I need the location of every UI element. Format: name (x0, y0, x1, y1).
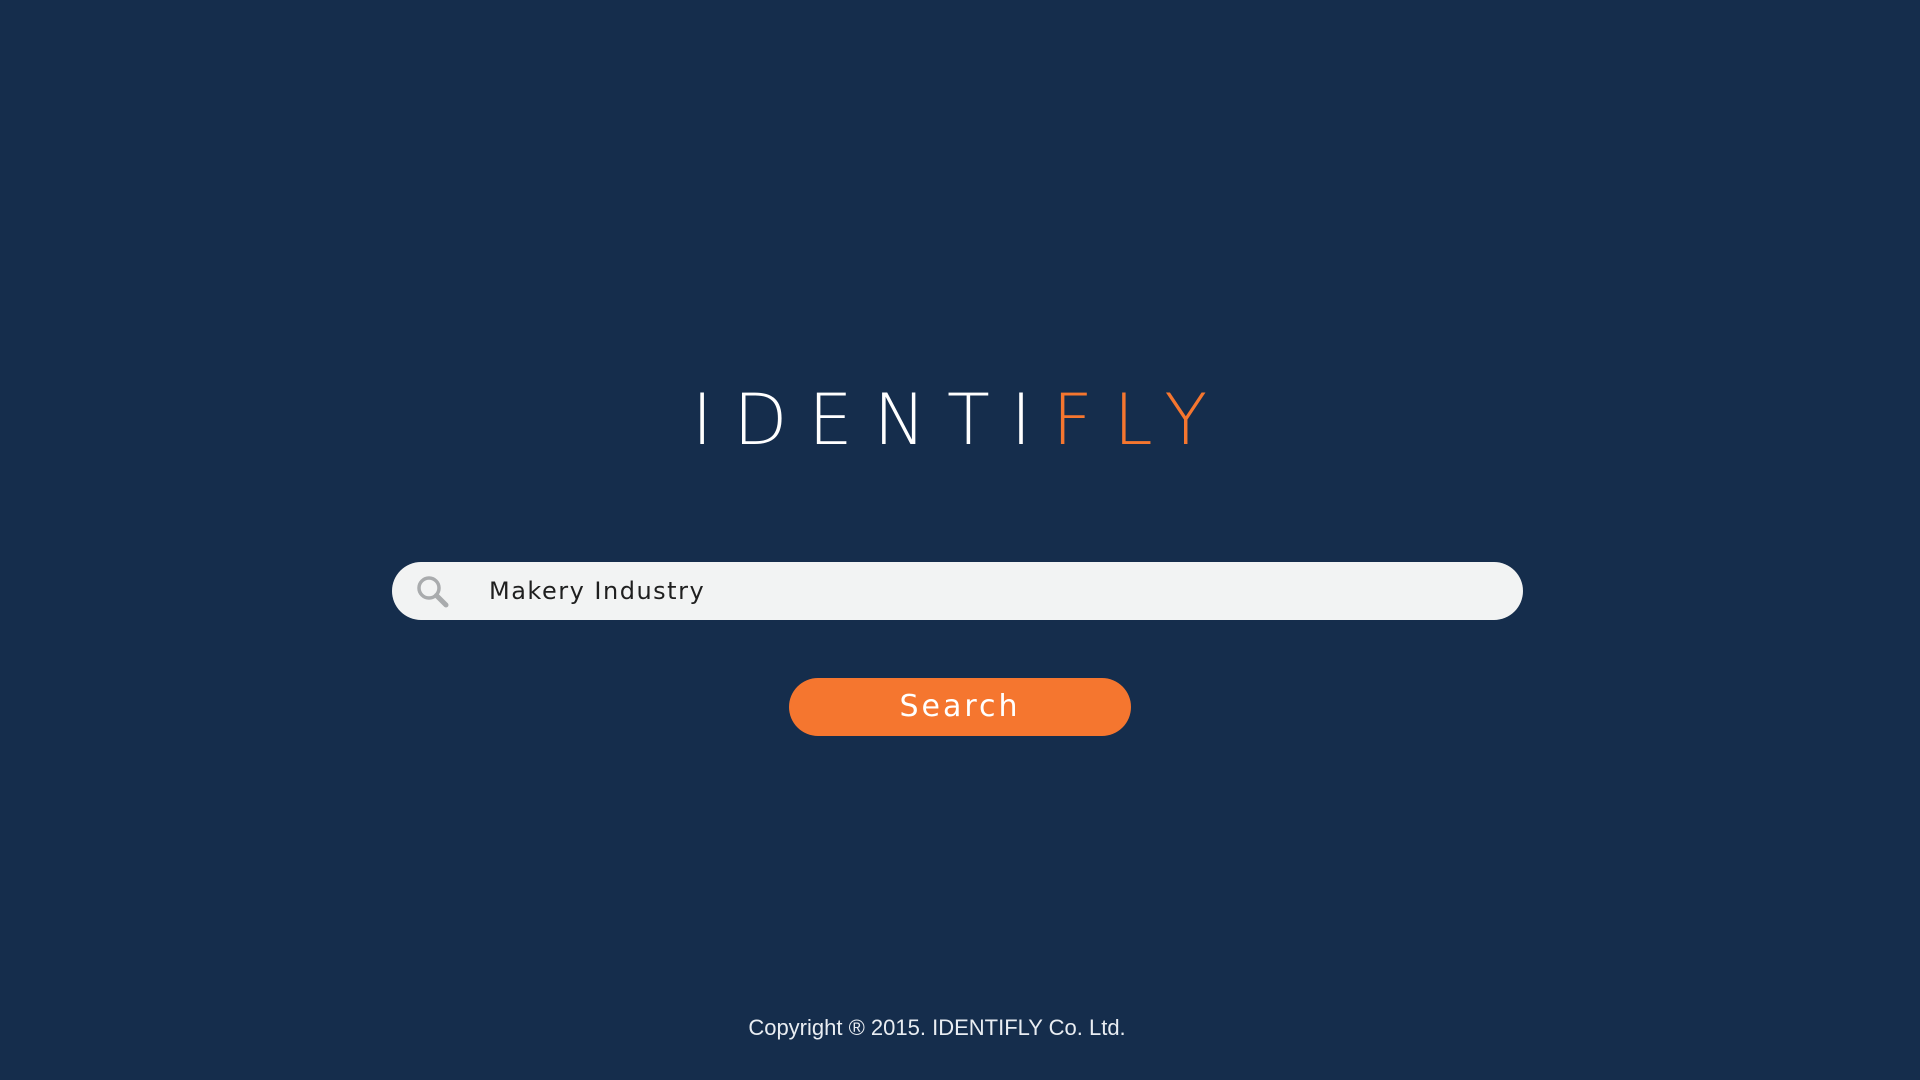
search-bar[interactable] (392, 562, 1523, 620)
search-button[interactable]: Search (789, 678, 1131, 736)
search-icon (416, 575, 450, 609)
search-input[interactable] (489, 562, 1489, 620)
logo: IDENTIFLY (0, 375, 1920, 465)
copyright-text: Copyright ® 2015. IDENTIFLY Co. Ltd. (748, 1015, 1126, 1040)
logo-text-accent: FLY (1052, 379, 1229, 461)
logo-text-primary: IDENTI (691, 379, 1053, 461)
